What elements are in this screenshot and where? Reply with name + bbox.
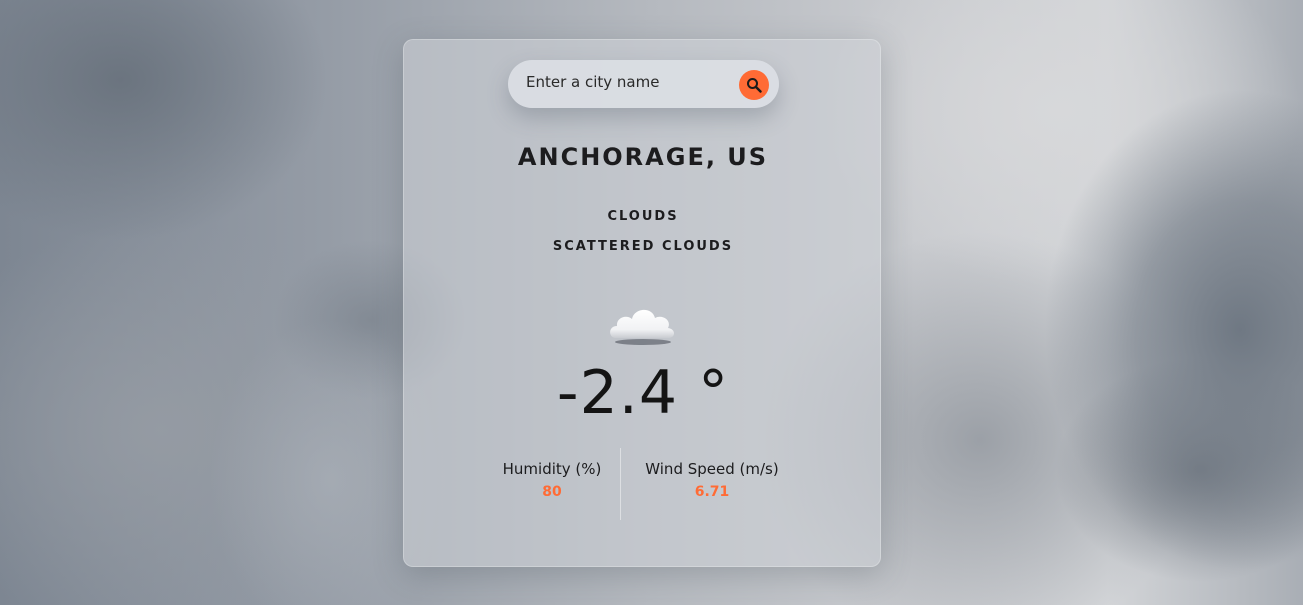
- temperature: -2.4 °: [556, 358, 730, 428]
- search-icon: [747, 78, 762, 93]
- city-search-input[interactable]: [526, 70, 726, 94]
- city-name: ANCHORAGE, US: [517, 143, 769, 171]
- humidity-value: 80: [542, 484, 562, 500]
- humidity-label: Humidity (%): [502, 460, 602, 478]
- wind-speed-label: Wind Speed (m/s): [645, 460, 779, 478]
- weather-stats: Humidity (%) 80 Wind Speed (m/s) 6.71: [494, 448, 794, 520]
- humidity-stat: Humidity (%) 80: [494, 460, 610, 500]
- weather-card: ANCHORAGE, US CLOUDS SCATTERED CLOUDS -2…: [403, 39, 881, 567]
- wind-speed-value: 6.71: [694, 484, 730, 500]
- wind-speed-stat: Wind Speed (m/s) 6.71: [630, 460, 794, 500]
- search-bar: [508, 60, 779, 108]
- stats-divider: [620, 448, 621, 520]
- weather-description: SCATTERED CLOUDS: [552, 239, 734, 254]
- weather-condition: CLOUDS: [607, 209, 679, 224]
- cloud-icon: [610, 309, 674, 345]
- search-button[interactable]: [739, 70, 769, 100]
